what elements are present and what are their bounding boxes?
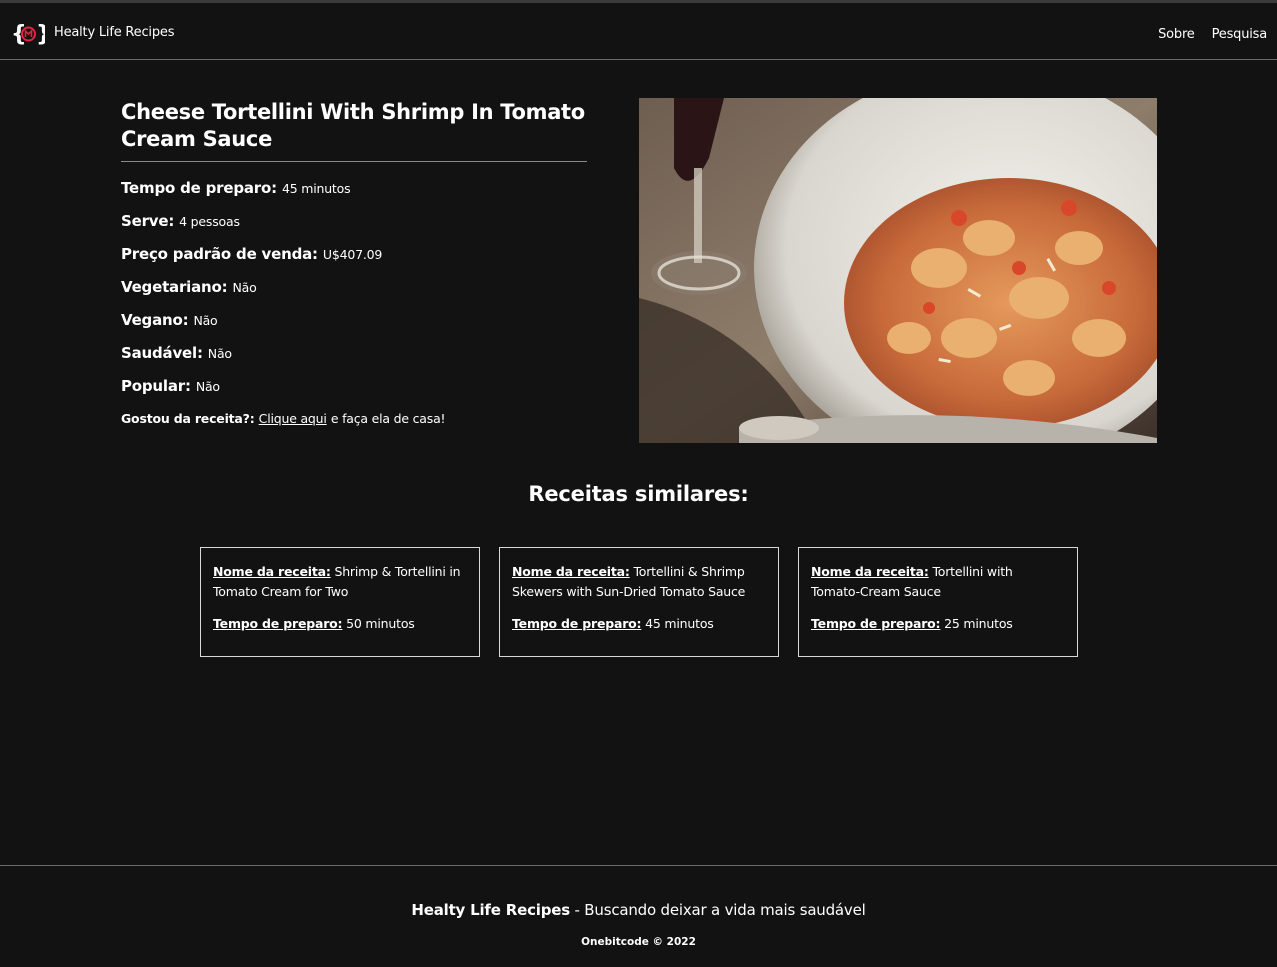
card-time-row: Tempo de preparo: 45 minutos (512, 614, 766, 634)
liked-tail: e faça ela de casa! (330, 411, 446, 426)
liked-label: Gostou da receita?: (121, 411, 255, 426)
footer-tagline-text: - Buscando deixar a vida mais saudável (574, 901, 866, 919)
card-name-label: Nome da receita: (811, 564, 929, 579)
svg-text:}: } (36, 22, 45, 47)
popular-value: Não (195, 379, 220, 394)
card-time-label: Tempo de preparo: (811, 616, 941, 631)
serves-label: Serve: (121, 212, 175, 230)
popular-row: Popular: Não (121, 377, 220, 395)
svg-text:{: { (11, 22, 27, 47)
prep-time-row: Tempo de preparo: 45 minutos (121, 179, 351, 197)
recipe-title: Cheese Tortellini With Shrimp In Tomato … (121, 99, 587, 162)
similar-recipe-card[interactable]: Nome da receita: Tortellini with Tomato-… (798, 547, 1078, 657)
card-time-label: Tempo de preparo: (512, 616, 642, 631)
card-time-row: Tempo de preparo: 25 minutos (811, 614, 1065, 634)
footer-brand: Healty Life Recipes (411, 901, 570, 919)
nav-link-sobre[interactable]: Sobre (1158, 27, 1195, 42)
card-time-value: 45 minutos (645, 616, 714, 631)
card-name-row: Nome da receita: Tortellini & Shrimp Ske… (512, 562, 766, 602)
footer-copyright: Onebitcode © 2022 (581, 936, 696, 948)
recipe-image (639, 98, 1157, 443)
recipe-link[interactable]: Clique aqui (259, 411, 327, 426)
card-time-row: Tempo de preparo: 50 minutos (213, 614, 467, 634)
card-time-value: 25 minutos (944, 616, 1013, 631)
liked-row: Gostou da receita?: Clique aqui e faça e… (121, 411, 446, 426)
healthy-value: Não (207, 346, 232, 361)
similar-recipe-card[interactable]: Nome da receita: Shrimp & Tortellini in … (200, 547, 480, 657)
price-row: Preço padrão de venda: U$407.09 (121, 245, 382, 263)
card-time-value: 50 minutos (346, 616, 415, 631)
nav-links: Sobre Pesquisa (1158, 27, 1267, 42)
price-label: Preço padrão de venda: (121, 245, 318, 263)
vegetarian-label: Vegetariano: (121, 278, 228, 296)
prep-time-value: 45 minutos (281, 181, 351, 196)
serves-value: 4 pessoas (179, 214, 240, 229)
healthy-row: Saudável: Não (121, 344, 232, 362)
card-name-label: Nome da receita: (213, 564, 331, 579)
recipe-photo (639, 98, 1157, 443)
price-value: U$407.09 (322, 247, 383, 262)
similar-recipes-list: Nome da receita: Shrimp & Tortellini in … (200, 547, 1078, 657)
serves-row: Serve: 4 pessoas (121, 212, 240, 230)
similar-recipe-card[interactable]: Nome da receita: Tortellini & Shrimp Ske… (499, 547, 779, 657)
brand-link[interactable]: Healty Life Recipes (54, 25, 174, 40)
logo-icon[interactable]: { } (11, 20, 45, 48)
vegetarian-value: Não (232, 280, 257, 295)
similar-recipes-title: Receitas similares: (528, 482, 749, 506)
healthy-label: Saudável: (121, 344, 203, 362)
vegan-value: Não (193, 313, 218, 328)
card-name-label: Nome da receita: (512, 564, 630, 579)
vegetarian-row: Vegetariano: Não (121, 278, 257, 296)
popular-label: Popular: (121, 377, 191, 395)
vegan-label: Vegano: (121, 311, 189, 329)
prep-time-label: Tempo de preparo: (121, 179, 277, 197)
card-time-label: Tempo de preparo: (213, 616, 343, 631)
card-name-row: Nome da receita: Shrimp & Tortellini in … (213, 562, 467, 602)
footer: Healty Life Recipes - Buscando deixar a … (0, 865, 1277, 967)
vegan-row: Vegano: Não (121, 311, 218, 329)
nav-link-pesquisa[interactable]: Pesquisa (1212, 27, 1268, 42)
footer-tagline: Healty Life Recipes - Buscando deixar a … (0, 901, 1277, 919)
navbar: { } Healty Life Recipes Sobre Pesquisa (0, 3, 1277, 60)
recipe-info: Cheese Tortellini With Shrimp In Tomato … (121, 99, 587, 426)
card-name-row: Nome da receita: Tortellini with Tomato-… (811, 562, 1065, 602)
